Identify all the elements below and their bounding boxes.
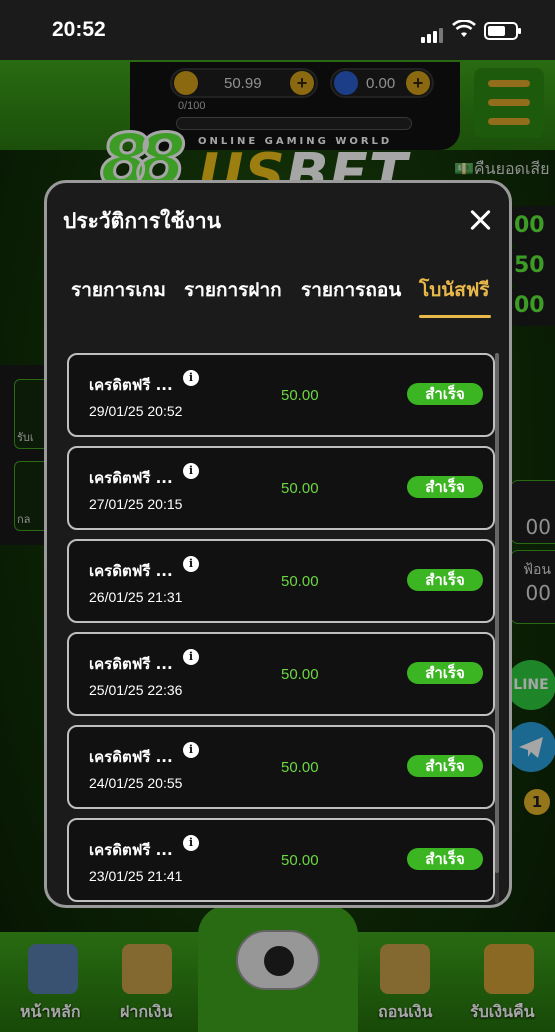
info-icon[interactable]: i [183,463,199,479]
bonus-name: เครดิตฟรี ... [89,748,173,766]
bonus-date: 27/01/25 20:15 [89,496,183,512]
clock: 20:52 [52,18,106,41]
info-icon[interactable]: i [183,835,199,851]
bonus-amount: 50.00 [281,387,319,404]
bonus-name: เครดิตฟรี ... [89,562,173,580]
list-item: เครดิตฟรี ... i 29/01/25 20:52 50.00 สำเ… [67,353,495,437]
bonus-amount: 50.00 [281,759,319,776]
tab-free-bonus[interactable]: โบนัสฟรี [419,275,490,305]
bonus-name: เครดิตฟรี ... [89,841,173,859]
bonus-date: 25/01/25 22:36 [89,682,183,698]
info-icon[interactable]: i [183,742,199,758]
active-tab-indicator [419,315,491,318]
bonus-date: 23/01/25 21:41 [89,868,183,884]
bonus-amount: 50.00 [281,666,319,683]
list-item: เครดิตฟรี ... i 27/01/25 20:15 50.00 สำเ… [67,446,495,530]
list-scrollbar[interactable] [495,353,499,903]
status-badge: สำเร็จ [407,383,483,405]
list-item: เครดิตฟรี ... i 26/01/25 21:31 50.00 สำเ… [67,539,495,623]
bonus-history-list: เครดิตฟรี ... i 29/01/25 20:52 50.00 สำเ… [67,353,495,903]
modal-title: ประวัติการใช้งาน [63,209,222,233]
list-item: เครดิตฟรี ... i 23/01/25 21:41 50.00 สำเ… [67,818,495,902]
close-icon[interactable] [467,207,493,233]
tab-withdraw-history[interactable]: รายการถอน [301,275,401,305]
wifi-icon [452,20,476,37]
info-icon[interactable]: i [183,649,199,665]
tab-game-history[interactable]: รายการเกม [71,275,166,305]
info-icon[interactable]: i [183,556,199,572]
status-badge: สำเร็จ [407,755,483,777]
bonus-amount: 50.00 [281,573,319,590]
tab-deposit-history[interactable]: รายการฝาก [184,275,282,305]
list-item: เครดิตฟรี ... i 24/01/25 20:55 50.00 สำเ… [67,725,495,809]
status-badge: สำเร็จ [407,848,483,870]
bonus-date: 26/01/25 21:31 [89,589,183,605]
history-modal: ประวัติการใช้งาน รายการเกม รายการฝาก ราย… [44,180,512,908]
bonus-name: เครดิตฟรี ... [89,376,173,394]
bonus-date: 29/01/25 20:52 [89,403,183,419]
status-badge: สำเร็จ [407,476,483,498]
status-badge: สำเร็จ [407,569,483,591]
bonus-date: 24/01/25 20:55 [89,775,183,791]
scrollbar-thumb[interactable] [495,353,499,873]
bonus-name: เครดิตฟรี ... [89,469,173,487]
battery-icon [484,22,521,40]
history-tabs: รายการเกม รายการฝาก รายการถอน โบนัสฟรี [47,275,509,321]
list-item: เครดิตฟรี ... i 25/01/25 22:36 50.00 สำเ… [67,632,495,716]
info-icon[interactable]: i [183,370,199,386]
bonus-name: เครดิตฟรี ... [89,655,173,673]
cellular-signal-icon [421,24,445,43]
status-badge: สำเร็จ [407,662,483,684]
bonus-amount: 50.00 [281,852,319,869]
status-bar: 20:52 [0,0,555,60]
bonus-amount: 50.00 [281,480,319,497]
